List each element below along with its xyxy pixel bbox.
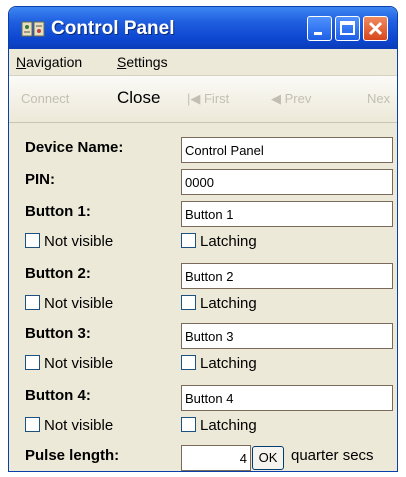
checkbox-box (25, 355, 40, 370)
window-title: Control Panel (51, 18, 175, 39)
button-3-latching-checkbox[interactable]: Latching (181, 355, 257, 372)
checkbox-box (181, 417, 196, 432)
control-panel-window: Control Panel Navigation Settings Connec… (8, 6, 398, 472)
toolbar: Connect Close |◀ First ◀ Prev Nex (9, 75, 397, 123)
button-1-latching-checkbox[interactable]: Latching (181, 233, 257, 250)
button-3-field[interactable]: Button 3 (181, 323, 393, 349)
menu-settings[interactable]: Settings (117, 54, 168, 70)
device-name-field[interactable]: Control Panel (181, 137, 393, 163)
checkbox-box (181, 355, 196, 370)
button-1-label: Button 1: (25, 203, 91, 220)
checkbox-box (25, 417, 40, 432)
button-2-label: Button 2: (25, 265, 91, 282)
control-panel-icon (21, 19, 45, 39)
pulse-unit-label: quarter secs (291, 447, 374, 464)
menu-navigation[interactable]: Navigation (16, 54, 82, 70)
connect-button[interactable]: Connect (21, 91, 69, 106)
device-name-label: Device Name: (25, 139, 124, 156)
menu-bar: Navigation Settings (9, 49, 397, 75)
button-2-field[interactable]: Button 2 (181, 263, 393, 289)
menu-navigation-label: avigation (26, 54, 83, 70)
pulse-length-label: Pulse length: (25, 447, 120, 464)
checkbox-box (181, 295, 196, 310)
not-visible-label: Not visible (44, 295, 114, 312)
button-2-latching-checkbox[interactable]: Latching (181, 295, 257, 312)
latching-label: Latching (200, 295, 257, 312)
button-4-field[interactable]: Button 4 (181, 385, 393, 411)
maximize-icon (340, 21, 355, 35)
maximize-button[interactable] (335, 16, 360, 41)
button-3-not-visible-checkbox[interactable]: Not visible (25, 355, 113, 372)
button-4-not-visible-checkbox[interactable]: Not visible (25, 417, 113, 434)
not-visible-label: Not visible (44, 233, 114, 250)
pin-field[interactable]: 0000 (181, 169, 393, 195)
checkbox-box (25, 233, 40, 248)
prev-button[interactable]: ◀ Prev (271, 91, 311, 107)
checkbox-box (181, 233, 196, 248)
close-button[interactable] (363, 16, 388, 41)
minimize-button[interactable] (307, 16, 332, 41)
not-visible-label: Not visible (44, 417, 114, 434)
button-1-field[interactable]: Button 1 (181, 201, 393, 227)
button-4-label: Button 4: (25, 387, 91, 404)
menu-settings-mnemonic: S (117, 54, 127, 70)
next-button[interactable]: Nex (367, 91, 390, 106)
ok-button[interactable]: OK (252, 446, 284, 470)
minimize-icon (314, 32, 322, 35)
menu-navigation-mnemonic: N (16, 54, 27, 70)
title-bar[interactable]: Control Panel (9, 7, 397, 49)
button-3-label: Button 3: (25, 325, 91, 342)
latching-label: Latching (200, 233, 257, 250)
pulse-length-field[interactable]: 4 (181, 445, 251, 471)
close-toolbar-button[interactable]: Close (117, 88, 160, 108)
checkbox-box (25, 295, 40, 310)
not-visible-label: Not visible (44, 355, 114, 372)
button-4-latching-checkbox[interactable]: Latching (181, 417, 257, 434)
latching-label: Latching (200, 355, 257, 372)
first-button[interactable]: |◀ First (187, 91, 229, 107)
button-1-not-visible-checkbox[interactable]: Not visible (25, 233, 113, 250)
latching-label: Latching (200, 417, 257, 434)
button-2-not-visible-checkbox[interactable]: Not visible (25, 295, 113, 312)
close-icon (368, 21, 383, 36)
menu-settings-label: ettings (126, 54, 168, 70)
pin-label: PIN: (25, 171, 55, 188)
